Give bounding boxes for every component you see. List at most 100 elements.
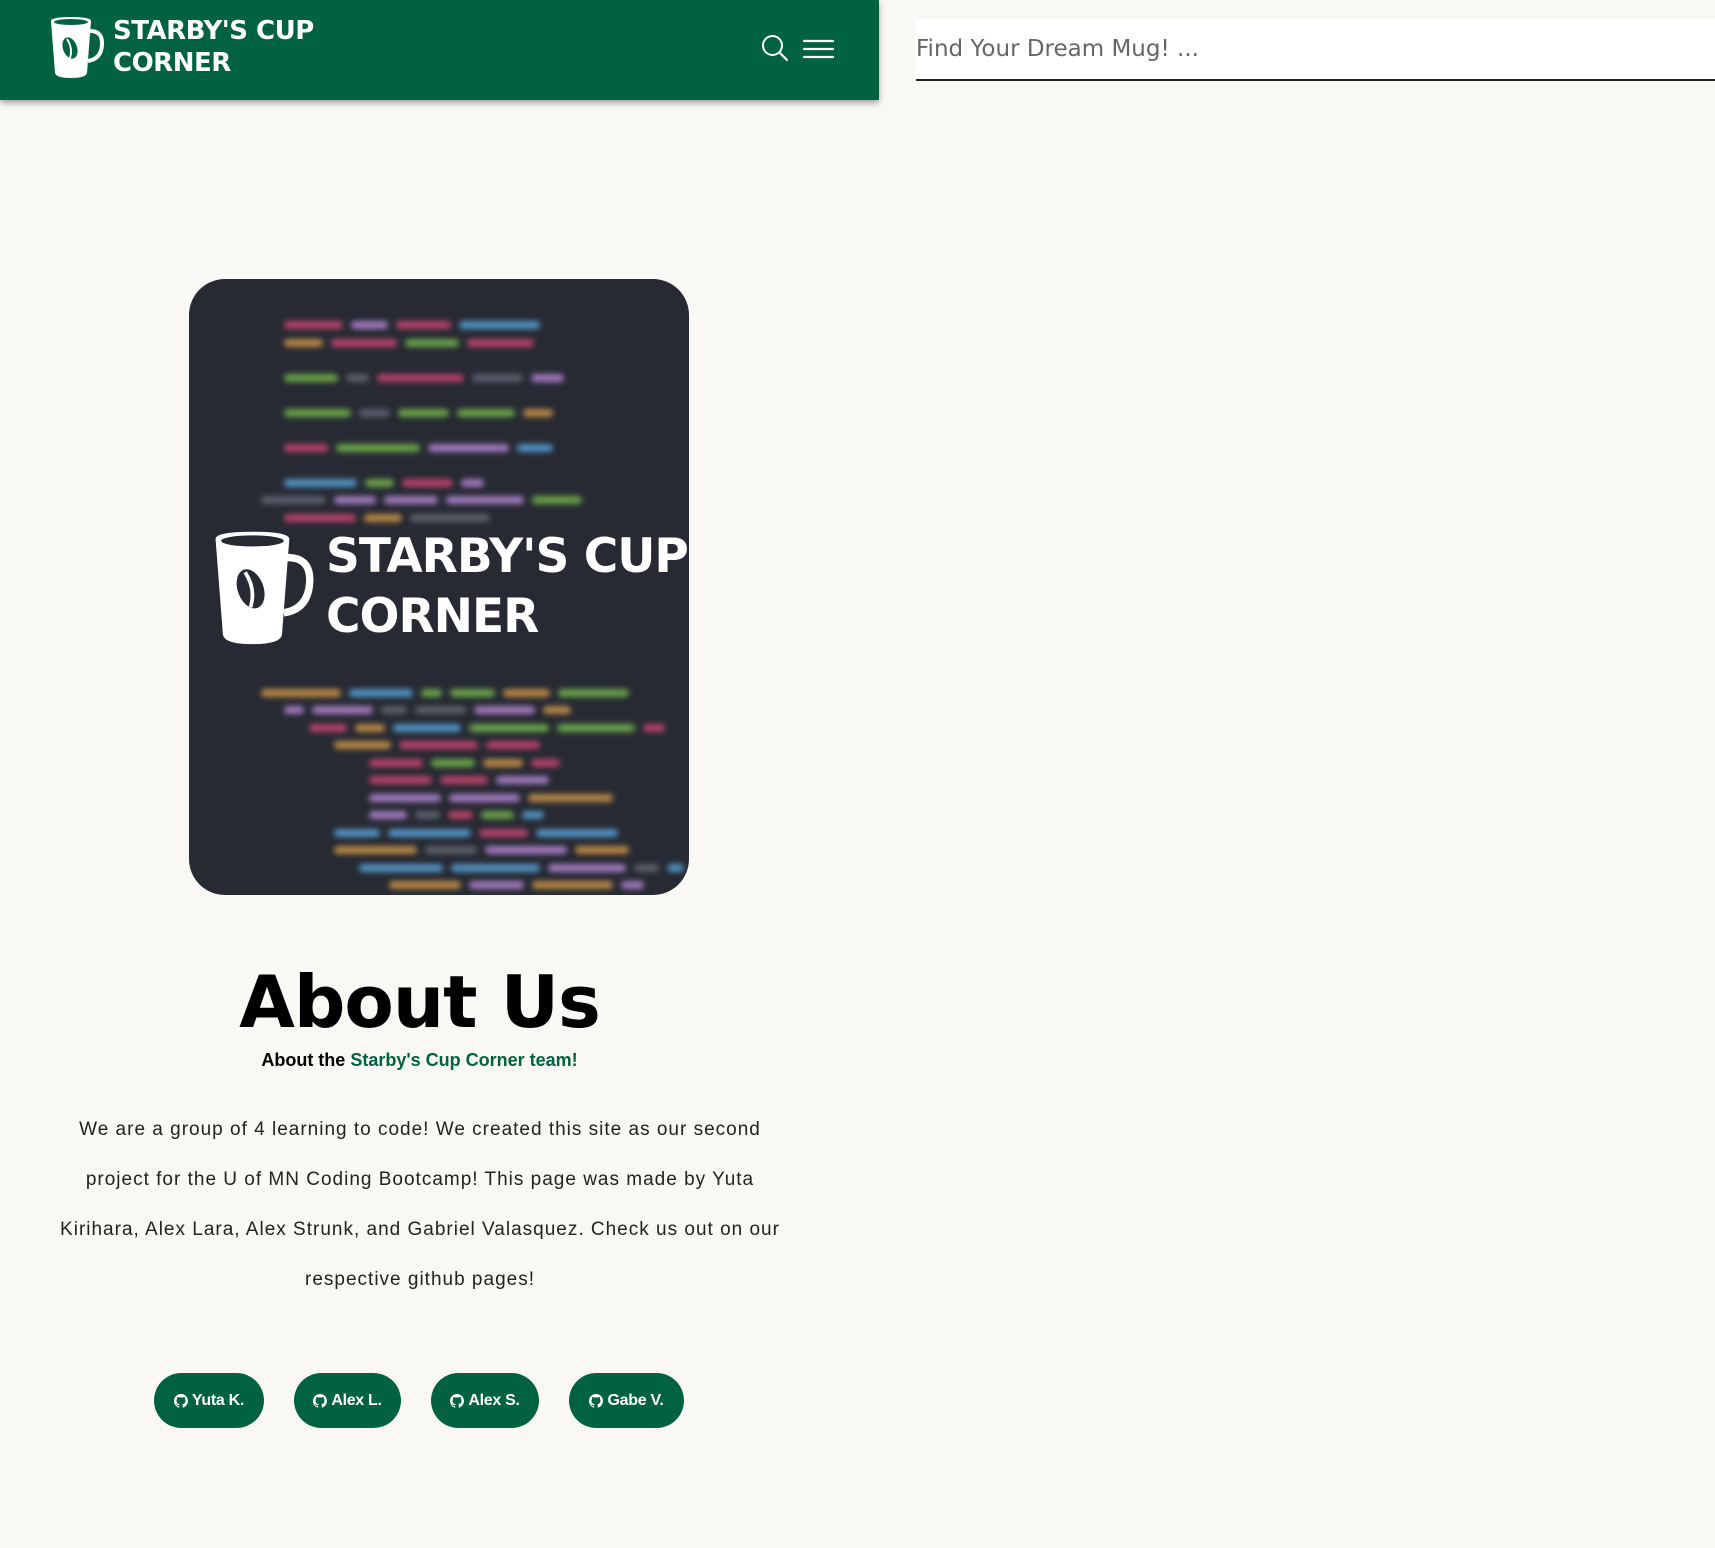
code-line-decoration [398, 408, 449, 417]
code-line-decoration [469, 881, 524, 889]
code-line-decoration [369, 793, 441, 802]
code-line-decoration [284, 443, 328, 452]
code-line-decoration [284, 513, 356, 522]
hero-brand-logo: STARBY'S CUP CORNER [211, 527, 689, 647]
code-line-decoration [284, 338, 323, 347]
code-line-decoration [365, 478, 394, 487]
code-line-decoration [284, 373, 338, 382]
code-line-decoration [532, 496, 582, 504]
hero-brand-line1: STARBY'S CUP [326, 529, 689, 584]
brand-logo[interactable]: STARBY'S CUP CORNER [49, 15, 314, 79]
code-line-decoration [284, 706, 304, 714]
github-button-yuta[interactable]: Yuta K. [154, 1373, 264, 1428]
search-bar [916, 19, 1715, 81]
code-line-decoration [528, 793, 613, 802]
about-subtitle: About the Starby's Cup Corner team! [0, 1050, 839, 1071]
code-line-decoration [523, 408, 553, 417]
code-line-decoration [369, 811, 407, 819]
coffee-mug-icon [215, 531, 314, 645]
github-icon [589, 1393, 604, 1408]
code-line-decoration [334, 828, 380, 837]
github-button-label: Yuta K. [191, 1391, 245, 1409]
code-line-decoration [522, 811, 544, 819]
hero-brand-name: STARBY'S CUP CORNER [326, 527, 689, 647]
page-title: About Us [239, 960, 601, 1044]
code-line-decoration [449, 793, 520, 802]
github-button-gabe[interactable]: Gabe V. [569, 1373, 684, 1428]
code-line-decoration [543, 706, 571, 714]
hamburger-menu-icon[interactable] [803, 39, 834, 61]
code-line-decoration [483, 758, 523, 767]
code-line-decoration [415, 706, 466, 714]
search-input[interactable] [916, 19, 1715, 79]
code-line-decoration [261, 688, 341, 697]
github-icon [173, 1393, 188, 1408]
code-line-decoration [309, 723, 347, 732]
code-line-decoration [377, 373, 464, 382]
code-line-decoration [364, 513, 402, 522]
code-line-decoration [415, 811, 440, 819]
code-line-decoration [643, 723, 665, 732]
search-icon[interactable] [761, 34, 789, 62]
code-line-decoration [359, 408, 390, 417]
code-line-decoration [450, 688, 495, 697]
code-line-decoration [399, 741, 478, 749]
code-line-decoration [410, 513, 490, 522]
code-line-decoration [531, 373, 564, 382]
code-line-decoration [459, 321, 540, 329]
code-line-decoration [472, 373, 523, 382]
github-icon [450, 1393, 465, 1408]
subtitle-prefix: About the [261, 1050, 351, 1070]
code-line-decoration [336, 443, 420, 452]
code-line-decoration [485, 846, 567, 854]
github-button-alex-s[interactable]: Alex S. [431, 1373, 539, 1428]
code-line-decoration [431, 758, 475, 767]
code-line-decoration [503, 688, 550, 697]
code-line-decoration [421, 688, 442, 697]
subtitle-team-name: Starby's Cup Corner team! [350, 1050, 578, 1070]
github-button-alex-l[interactable]: Alex L. [294, 1373, 401, 1428]
github-button-label: Alex S. [468, 1391, 520, 1409]
code-line-decoration [575, 846, 629, 854]
code-line-decoration [446, 496, 524, 504]
code-line-decoration [396, 321, 451, 329]
code-line-decoration [349, 688, 413, 697]
code-line-decoration [393, 723, 461, 732]
code-line-decoration [331, 338, 397, 347]
code-line-decoration [369, 758, 423, 767]
code-line-decoration [557, 723, 635, 732]
code-line-decoration [359, 863, 443, 872]
brand-name-line2: CORNER [113, 48, 231, 78]
code-line-decoration [448, 811, 473, 819]
about-description: We are a group of 4 learning to code! We… [60, 1119, 780, 1290]
code-line-decoration [355, 723, 385, 732]
code-line-decoration [548, 863, 626, 872]
code-line-decoration [384, 496, 438, 504]
code-line-decoration [346, 373, 369, 382]
code-line-decoration [284, 478, 357, 487]
code-line-decoration [621, 881, 644, 889]
code-line-decoration [389, 881, 461, 889]
github-button-label: Alex L. [331, 1391, 382, 1409]
code-line-decoration [284, 408, 351, 417]
code-line-decoration [474, 706, 535, 714]
site-header: STARBY'S CUP CORNER [0, 0, 879, 100]
code-line-decoration [634, 863, 659, 872]
code-line-decoration [467, 338, 534, 347]
github-button-label: Gabe V. [607, 1391, 664, 1409]
code-line-decoration [469, 723, 549, 732]
code-line-decoration [428, 443, 509, 452]
code-line-decoration [532, 881, 613, 889]
code-line-decoration [531, 758, 560, 767]
github-icon [313, 1393, 328, 1408]
code-line-decoration [312, 706, 373, 714]
brand-name: STARBY'S CUP CORNER [113, 15, 314, 79]
code-line-decoration [667, 863, 684, 872]
code-line-decoration [351, 321, 388, 329]
hero-image: STARBY'S CUP CORNER [189, 279, 689, 895]
code-line-decoration [496, 776, 549, 784]
code-line-decoration [381, 706, 407, 714]
code-line-decoration [425, 846, 477, 854]
code-line-decoration [481, 811, 514, 819]
code-line-decoration [558, 688, 629, 697]
